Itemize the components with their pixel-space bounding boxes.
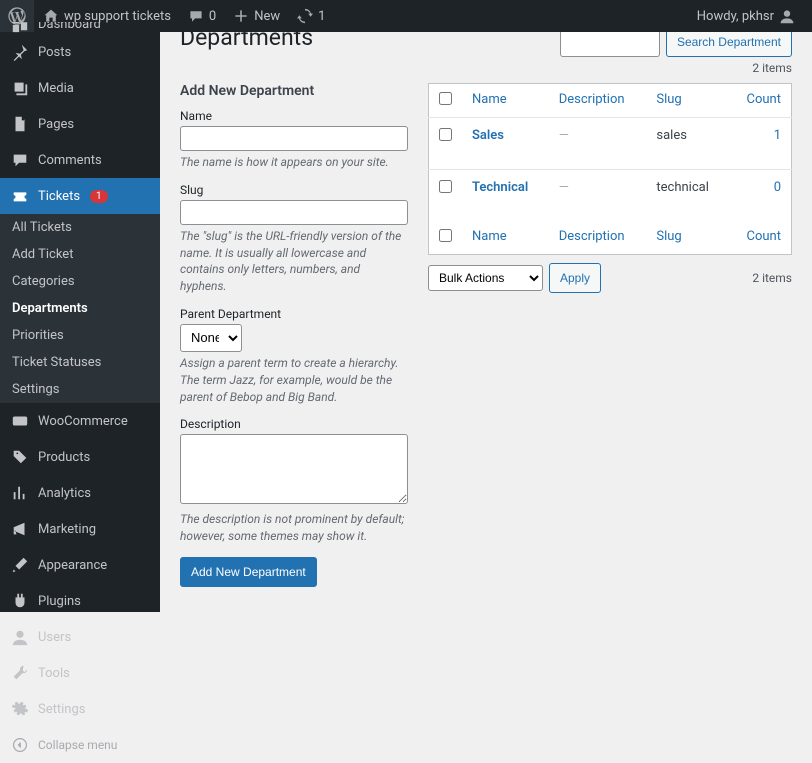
description-hint: The description is not prominent by defa… (180, 511, 408, 545)
name-label: Name (180, 109, 408, 123)
collapse-icon (10, 735, 30, 755)
col-description[interactable]: Description (559, 92, 625, 107)
select-all-bottom[interactable] (439, 229, 452, 242)
search-input[interactable] (560, 32, 660, 57)
table-row: Sales — sales 1 (429, 118, 792, 170)
new-link[interactable]: New (224, 0, 288, 32)
analytics-icon (10, 483, 30, 503)
menu-products[interactable]: Products (0, 439, 160, 475)
media-icon (10, 78, 30, 98)
tickets-badge: 1 (90, 190, 108, 203)
menu-marketing[interactable]: Marketing (0, 511, 160, 547)
slug-hint: The "slug" is the URL-friendly version o… (180, 228, 408, 295)
bulk-action-select[interactable]: Bulk Actions (428, 265, 543, 291)
col-name[interactable]: Name (472, 92, 507, 107)
sub-priorities[interactable]: Priorities (0, 322, 160, 349)
items-count-bottom: 2 items (752, 271, 792, 285)
updates-count: 1 (318, 9, 325, 24)
avatar-icon (778, 7, 796, 25)
departments-table: Name Description Slug Count Sales — sale… (428, 83, 792, 255)
greeting: Howdy, pkhsr (697, 9, 774, 24)
user-menu[interactable]: Howdy, pkhsr (689, 0, 804, 32)
row-name-link[interactable]: Sales (472, 128, 504, 143)
plugin-icon (10, 591, 30, 611)
comment-icon (187, 7, 205, 25)
sub-departments[interactable]: Departments (0, 295, 160, 322)
dashboard-icon (10, 22, 30, 34)
products-icon (10, 447, 30, 467)
row-description: — (559, 180, 569, 195)
menu-dashboard[interactable]: Dashboard (0, 22, 160, 34)
col-slug-foot[interactable]: Slug (656, 229, 681, 244)
row-count-link[interactable]: 1 (774, 128, 781, 143)
tickets-submenu: All Tickets Add Ticket Categories Depart… (0, 214, 160, 403)
col-description-foot[interactable]: Description (559, 229, 625, 244)
form-title: Add New Department (180, 83, 408, 99)
name-input[interactable] (180, 126, 408, 151)
sub-categories[interactable]: Categories (0, 268, 160, 295)
slug-input[interactable] (180, 200, 408, 225)
col-count-foot[interactable]: Count (747, 229, 781, 244)
slug-label: Slug (180, 183, 408, 197)
menu-plugins[interactable]: Plugins (0, 583, 160, 619)
row-description: — (559, 128, 569, 143)
page-icon (10, 114, 30, 134)
new-label: New (254, 9, 280, 24)
menu-media[interactable]: Media (0, 70, 160, 106)
menu-analytics[interactable]: Analytics (0, 475, 160, 511)
sub-ticket-statuses[interactable]: Ticket Statuses (0, 349, 160, 376)
woocommerce-icon (10, 411, 30, 431)
col-slug[interactable]: Slug (656, 92, 681, 107)
row-checkbox[interactable] (439, 180, 452, 193)
row-name-link[interactable]: Technical (472, 180, 528, 195)
submit-button[interactable]: Add New Department (180, 557, 317, 587)
menu-comments[interactable]: Comments (0, 142, 160, 178)
parent-select[interactable]: None (180, 324, 242, 352)
menu-posts[interactable]: Posts (0, 34, 160, 70)
parent-hint: Assign a parent term to create a hierarc… (180, 355, 408, 405)
comments-count: 0 (209, 9, 216, 24)
select-all-top[interactable] (439, 92, 452, 105)
row-checkbox[interactable] (439, 128, 452, 141)
row-count-link[interactable]: 0 (774, 180, 781, 195)
gear-icon (10, 699, 30, 719)
menu-woocommerce[interactable]: WooCommerce (0, 403, 160, 439)
brush-icon (10, 555, 30, 575)
menu-users[interactable]: Users (0, 619, 160, 655)
description-input[interactable] (180, 434, 408, 504)
update-icon (296, 7, 314, 25)
row-slug: sales (646, 118, 729, 170)
collapse-menu[interactable]: Collapse menu (0, 727, 160, 763)
sub-settings[interactable]: Settings (0, 376, 160, 403)
admin-sidebar: Dashboard Posts Media Pages Comments Tic… (0, 32, 160, 612)
row-slug: technical (646, 170, 729, 222)
menu-tools[interactable]: Tools (0, 655, 160, 691)
col-name-foot[interactable]: Name (472, 229, 507, 244)
apply-button[interactable]: Apply (549, 263, 601, 293)
plus-icon (232, 7, 250, 25)
parent-label: Parent Department (180, 307, 408, 321)
comment-icon (10, 150, 30, 170)
name-hint: The name is how it appears on your site. (180, 154, 408, 171)
marketing-icon (10, 519, 30, 539)
pin-icon (10, 42, 30, 62)
sub-add-ticket[interactable]: Add Ticket (0, 241, 160, 268)
user-icon (10, 627, 30, 647)
table-row: Technical — technical 0 (429, 170, 792, 222)
description-label: Description (180, 417, 408, 431)
menu-tickets[interactable]: Tickets 1 (0, 178, 160, 214)
sub-all-tickets[interactable]: All Tickets (0, 214, 160, 241)
items-count-top: 2 items (180, 61, 792, 75)
menu-appearance[interactable]: Appearance (0, 547, 160, 583)
col-count[interactable]: Count (747, 92, 781, 107)
updates-link[interactable]: 1 (288, 0, 333, 32)
main-content: Departments Search Department 2 items Ad… (160, 32, 812, 612)
search-button[interactable]: Search Department (666, 32, 792, 57)
menu-pages[interactable]: Pages (0, 106, 160, 142)
comments-link[interactable]: 0 (179, 0, 224, 32)
wrench-icon (10, 663, 30, 683)
menu-settings[interactable]: Settings (0, 691, 160, 727)
ticket-icon (10, 186, 30, 206)
